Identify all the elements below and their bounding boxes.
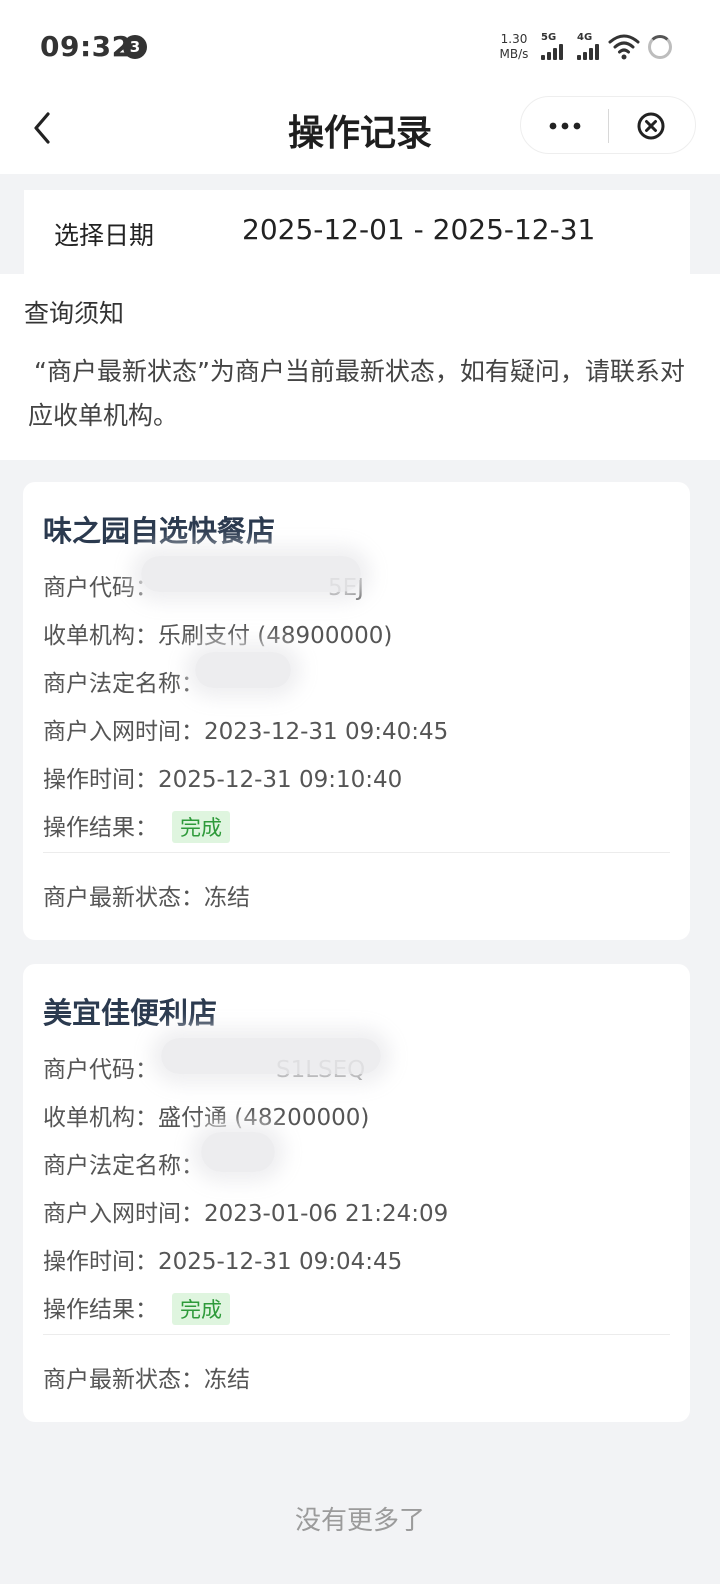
join-time-value: 2023-01-06 21:24:09 <box>204 1201 449 1227</box>
latest-status-label: 商户最新状态： <box>43 885 204 911</box>
latest-status-label: 商户最新状态： <box>43 1367 204 1393</box>
op-time-label: 操作时间： <box>43 767 158 793</box>
loading-icon <box>648 35 672 59</box>
op-time-value: 2025-12-31 09:04:45 <box>158 1249 403 1275</box>
date-range-value[interactable]: 2025-12-01 - 2025-12-31 <box>242 213 595 246</box>
latest-status-value: 冻结 <box>204 885 250 911</box>
join-time-label: 商户入网时间： <box>43 719 204 745</box>
merchant-code-label: 商户代码： <box>43 1057 158 1083</box>
notice-title: 查询须知 <box>24 299 125 328</box>
op-time-value: 2025-12-31 09:10:40 <box>158 767 403 793</box>
wifi-icon <box>608 34 640 60</box>
network-speed-value: 1.30 <box>500 32 528 46</box>
join-time-label: 商户入网时间： <box>43 1201 204 1227</box>
merchant-name: 美宜佳便利店 <box>43 996 218 1030</box>
result-row: 操作结果： 完成 <box>43 1290 230 1325</box>
close-icon[interactable] <box>635 110 667 142</box>
query-notice: 查询须知 “商户最新状态”为商户当前最新状态，如有疑问，请联系对应收单机构。 <box>0 274 720 460</box>
network-speed: 1.30 MB/s <box>494 32 534 62</box>
status-badge: 完成 <box>172 811 230 843</box>
privacy-blur <box>161 1038 381 1074</box>
notification-count-badge: 3 <box>123 35 147 59</box>
card-divider <box>43 852 670 853</box>
latest-status-row: 商户最新状态：冻结 <box>43 1360 250 1394</box>
status-time: 09:32 <box>40 30 132 63</box>
nav-bar: 操作记录 <box>0 92 720 174</box>
acquirer-row: 收单机构：乐刷支付 (48900000) <box>43 616 392 650</box>
legal-name-row: 商户法定名称： <box>43 1146 204 1180</box>
op-time-row: 操作时间：2025-12-31 09:10:40 <box>43 760 402 794</box>
date-label: 选择日期 <box>54 221 155 250</box>
network-speed-unit: MB/s <box>499 47 529 61</box>
op-time-row: 操作时间：2025-12-31 09:04:45 <box>43 1242 402 1276</box>
join-time-row: 商户入网时间：2023-12-31 09:40:45 <box>43 712 448 746</box>
record-card: 美宜佳便利店 商户代码：S1LSEQ 收单机构：盛付通 (48200000) 商… <box>23 964 690 1422</box>
acquirer-label: 收单机构： <box>43 1105 158 1131</box>
no-more-text: 没有更多了 <box>294 1506 425 1536</box>
legal-name-label: 商户法定名称： <box>43 1153 204 1179</box>
record-card: 味之园自选快餐店 商户代码：5EJ 收单机构：乐刷支付 (48900000) 商… <box>23 482 690 940</box>
latest-status-row: 商户最新状态：冻结 <box>43 878 250 912</box>
latest-status-value: 冻结 <box>204 1367 250 1393</box>
privacy-blur <box>195 652 291 688</box>
mini-program-capsule <box>520 96 696 154</box>
legal-name-row: 商户法定名称： <box>43 664 204 698</box>
merchant-name: 味之园自选快餐店 <box>43 514 276 548</box>
notice-text: “商户最新状态”为商户当前最新状态，如有疑问，请联系对应收单机构。 <box>28 357 685 430</box>
date-filter-section: 选择日期 2025-12-01 - 2025-12-31 <box>0 174 720 274</box>
join-time-value: 2023-12-31 09:40:45 <box>204 719 449 745</box>
result-label: 操作结果： <box>43 1297 158 1323</box>
date-picker[interactable]: 选择日期 2025-12-01 - 2025-12-31 <box>24 190 690 274</box>
join-time-row: 商户入网时间：2023-01-06 21:24:09 <box>43 1194 448 1228</box>
result-label: 操作结果： <box>43 815 158 841</box>
acquirer-value: 乐刷支付 (48900000) <box>158 623 393 649</box>
acquirer-label: 收单机构： <box>43 623 158 649</box>
acquirer-row: 收单机构：盛付通 (48200000) <box>43 1098 369 1132</box>
legal-name-label: 商户法定名称： <box>43 671 204 697</box>
signal-4g-label: 4G <box>577 32 593 43</box>
signal-5g-label: 5G <box>541 32 557 43</box>
op-time-label: 操作时间： <box>43 1249 158 1275</box>
result-row: 操作结果： 完成 <box>43 808 230 843</box>
more-icon[interactable] <box>545 111 585 141</box>
status-badge: 完成 <box>172 1293 230 1325</box>
privacy-blur <box>141 556 361 592</box>
status-bar: 09:32 3 1.30 MB/s 5G 4G <box>0 0 720 92</box>
capsule-divider <box>608 109 609 143</box>
privacy-blur <box>201 1132 275 1172</box>
acquirer-value: 盛付通 (48200000) <box>158 1105 370 1131</box>
card-divider <box>43 1334 670 1335</box>
